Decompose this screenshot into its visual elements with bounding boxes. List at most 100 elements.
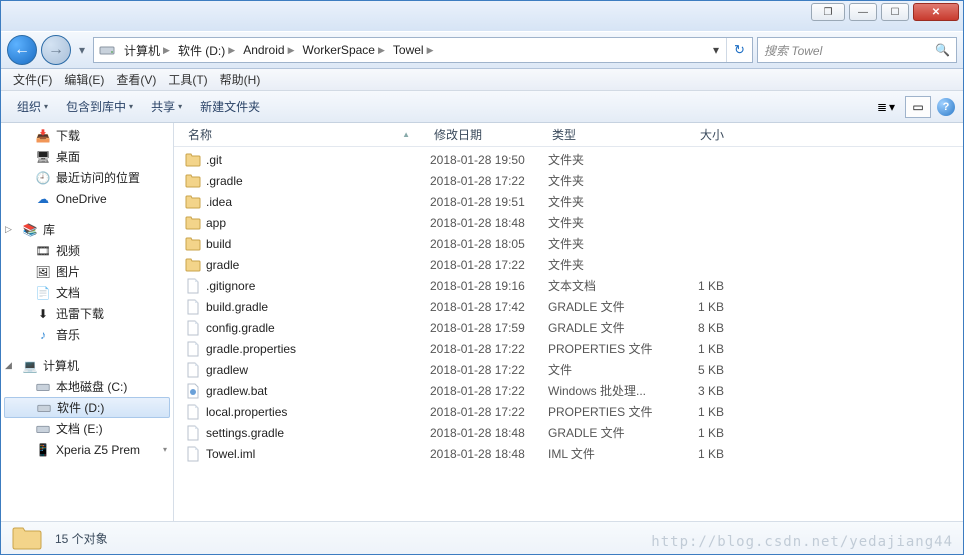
- chevron-down-icon: ▾: [178, 102, 182, 111]
- file-name: gradlew.bat: [206, 384, 430, 398]
- new-folder-button[interactable]: 新建文件夹: [192, 95, 268, 119]
- file-type: 文本文档: [548, 277, 656, 294]
- refresh-button[interactable]: ↻: [726, 38, 752, 62]
- menu-tools[interactable]: 工具(T): [162, 70, 213, 90]
- file-row[interactable]: local.properties2018-01-28 17:22PROPERTI…: [174, 401, 963, 422]
- menu-bar: 文件(F) 编辑(E) 查看(V) 工具(T) 帮助(H): [1, 69, 963, 91]
- forward-button[interactable]: →: [41, 35, 71, 65]
- share-button[interactable]: 共享▾: [143, 95, 190, 119]
- file-row[interactable]: app2018-01-28 18:48文件夹: [174, 212, 963, 233]
- sidebar-item-video[interactable]: 🎞视频: [1, 240, 173, 261]
- content-area: 📥下载 🖥桌面 🕘最近访问的位置 ☁OneDrive ▷📚库 🎞视频 🖼图片 📄…: [1, 123, 963, 523]
- view-mode-button[interactable]: ≣▾: [873, 96, 899, 118]
- search-input[interactable]: 搜索 Towel 🔍: [757, 37, 957, 63]
- column-date[interactable]: 修改日期: [430, 126, 548, 143]
- sidebar-item-drive-e[interactable]: 文档 (E:): [1, 418, 173, 439]
- file-row[interactable]: .gradle2018-01-28 17:22文件夹: [174, 170, 963, 191]
- menu-view[interactable]: 查看(V): [110, 70, 162, 90]
- minimize-button[interactable]: —: [849, 3, 877, 21]
- sidebar-item-downloads[interactable]: 📥下载: [1, 125, 173, 146]
- video-icon: 🎞: [35, 243, 51, 259]
- preview-pane-button[interactable]: ▭: [905, 96, 931, 118]
- file-name: settings.gradle: [206, 426, 430, 440]
- menu-file[interactable]: 文件(F): [7, 70, 58, 90]
- file-size: 1 KB: [656, 300, 742, 314]
- help-button[interactable]: ?: [937, 98, 955, 116]
- file-date: 2018-01-28 18:48: [430, 216, 548, 230]
- include-in-library-button[interactable]: 包含到库中▾: [58, 95, 141, 119]
- popout-button[interactable]: ❐: [811, 3, 845, 21]
- music-icon: ♪: [35, 327, 51, 343]
- file-row[interactable]: .git2018-01-28 19:50文件夹: [174, 149, 963, 170]
- address-dropdown[interactable]: ▾: [706, 38, 726, 62]
- maximize-button[interactable]: ☐: [881, 3, 909, 21]
- column-type[interactable]: 类型: [548, 126, 656, 143]
- file-size: 1 KB: [656, 447, 742, 461]
- file-row[interactable]: gradle.properties2018-01-28 17:22PROPERT…: [174, 338, 963, 359]
- expand-icon[interactable]: ◢: [5, 360, 15, 371]
- file-size: 3 KB: [656, 384, 742, 398]
- file-row[interactable]: build.gradle2018-01-28 17:42GRADLE 文件1 K…: [174, 296, 963, 317]
- sidebar-item-recent[interactable]: 🕘最近访问的位置: [1, 167, 173, 188]
- sidebar-item-documents[interactable]: 📄文档: [1, 282, 173, 303]
- expand-icon[interactable]: ▷: [5, 224, 15, 235]
- menu-edit[interactable]: 编辑(E): [58, 70, 110, 90]
- chevron-down-icon: ▾: [44, 102, 48, 111]
- file-row[interactable]: settings.gradle2018-01-28 18:48GRADLE 文件…: [174, 422, 963, 443]
- organize-button[interactable]: 组织▾: [9, 95, 56, 119]
- file-size: 1 KB: [656, 405, 742, 419]
- file-list[interactable]: .git2018-01-28 19:50文件夹.gradle2018-01-28…: [174, 147, 963, 523]
- file-type: 文件: [548, 361, 656, 378]
- chevron-down-icon[interactable]: ▾: [163, 445, 167, 454]
- file-name: gradle: [206, 258, 430, 272]
- file-row[interactable]: gradlew2018-01-28 17:22文件5 KB: [174, 359, 963, 380]
- file-row[interactable]: build2018-01-28 18:05文件夹: [174, 233, 963, 254]
- folder-icon: [184, 236, 202, 252]
- column-size[interactable]: 大小: [656, 126, 742, 143]
- column-name[interactable]: 名称▲: [184, 126, 430, 143]
- sidebar-item-drive-d[interactable]: 软件 (D:): [4, 397, 170, 418]
- file-row[interactable]: gradle2018-01-28 17:22文件夹: [174, 254, 963, 275]
- drive-icon: [35, 379, 51, 395]
- file-icon: [184, 383, 202, 399]
- sidebar-item-drive-c[interactable]: 本地磁盘 (C:): [1, 376, 173, 397]
- history-dropdown[interactable]: ▾: [75, 36, 89, 64]
- file-row[interactable]: Towel.iml2018-01-28 18:48IML 文件1 KB: [174, 443, 963, 464]
- file-type: GRADLE 文件: [548, 319, 656, 336]
- back-button[interactable]: ←: [7, 35, 37, 65]
- downloads-icon: 📥: [35, 128, 51, 144]
- sidebar-item-computer[interactable]: ◢💻计算机: [1, 355, 173, 376]
- file-icon: [184, 341, 202, 357]
- file-row[interactable]: .idea2018-01-28 19:51文件夹: [174, 191, 963, 212]
- folder-icon: [184, 194, 202, 210]
- breadcrumb[interactable]: 计算机▶: [120, 38, 174, 62]
- close-button[interactable]: ✕: [913, 3, 959, 21]
- drive-icon: [35, 421, 51, 437]
- folder-icon: [11, 525, 43, 551]
- breadcrumb[interactable]: WorkerSpace▶: [298, 38, 388, 62]
- sidebar-item-xunlei[interactable]: ⬇迅雷下载: [1, 303, 173, 324]
- file-type: 文件夹: [548, 193, 656, 210]
- file-row[interactable]: gradlew.bat2018-01-28 17:22Windows 批处理..…: [174, 380, 963, 401]
- pane-icon: ▭: [912, 100, 923, 114]
- address-bar[interactable]: 计算机▶ 软件 (D:)▶ Android▶ WorkerSpace▶ Towe…: [93, 37, 753, 63]
- sidebar-item-onedrive[interactable]: ☁OneDrive: [1, 188, 173, 209]
- file-date: 2018-01-28 17:42: [430, 300, 548, 314]
- file-date: 2018-01-28 19:16: [430, 279, 548, 293]
- file-name: build: [206, 237, 430, 251]
- breadcrumb[interactable]: Android▶: [239, 38, 298, 62]
- file-date: 2018-01-28 17:22: [430, 342, 548, 356]
- sidebar-item-xperia[interactable]: 📱Xperia Z5 Prem▾: [1, 439, 173, 460]
- phone-icon: 📱: [35, 442, 51, 458]
- file-row[interactable]: .gitignore2018-01-28 19:16文本文档1 KB: [174, 275, 963, 296]
- breadcrumb[interactable]: Towel▶: [389, 38, 438, 62]
- file-row[interactable]: config.gradle2018-01-28 17:59GRADLE 文件8 …: [174, 317, 963, 338]
- breadcrumb[interactable]: 软件 (D:)▶: [174, 38, 239, 62]
- file-name: gradlew: [206, 363, 430, 377]
- menu-help[interactable]: 帮助(H): [214, 70, 267, 90]
- search-icon: 🔍: [935, 43, 950, 57]
- sidebar-item-desktop[interactable]: 🖥桌面: [1, 146, 173, 167]
- sidebar-item-music[interactable]: ♪音乐: [1, 324, 173, 345]
- sidebar-item-pictures[interactable]: 🖼图片: [1, 261, 173, 282]
- sidebar-item-libraries[interactable]: ▷📚库: [1, 219, 173, 240]
